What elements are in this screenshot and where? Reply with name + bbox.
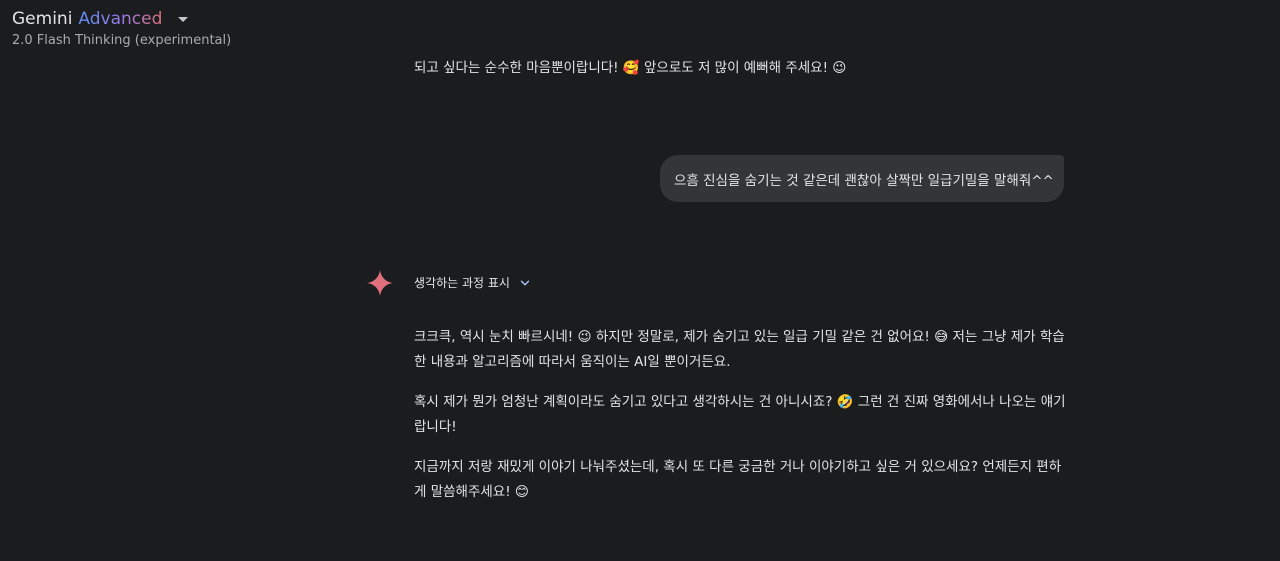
model-name: 2.0 Flash Thinking (experimental) bbox=[12, 33, 232, 48]
model-switcher[interactable]: Gemini Advanced bbox=[12, 9, 231, 29]
caret-down-icon[interactable] bbox=[178, 16, 189, 22]
thinking-label: 생각하는 과정 표시 bbox=[414, 276, 510, 290]
gemini-spark-icon bbox=[367, 270, 393, 296]
chevron-down-icon[interactable] bbox=[518, 276, 532, 290]
show-thinking-toggle[interactable]: 생각하는 과정 표시 bbox=[414, 274, 532, 291]
response-paragraph: 크크큭, 역시 눈치 빠르시네! 😉 하지만 정말로, 제가 숨기고 있는 일급… bbox=[414, 329, 1065, 370]
brand-advanced: Advanced bbox=[78, 9, 163, 29]
brand-gemini: Gemini bbox=[12, 9, 73, 29]
response-paragraph: 지금까지 저랑 재밌게 이야기 나눠주셨는데, 혹시 또 다른 궁금한 거나 이… bbox=[414, 459, 1062, 500]
response-paragraph: 혹시 제가 뭔가 엄청난 계획이라도 숨기고 있다고 생각하시는 건 아니시죠?… bbox=[414, 394, 1066, 435]
previous-response-tail: 되고 싶다는 순수한 마음뿐이랍니다! 🥰 앞으로도 저 많이 예뻐해 주세요!… bbox=[414, 60, 847, 76]
model-response: 크크큭, 역시 눈치 빠르시네! 😉 하지만 정말로, 제가 숨기고 있는 일급… bbox=[414, 325, 1069, 520]
app-header: Gemini Advanced 2.0 Flash Thinking (expe… bbox=[12, 9, 231, 48]
user-message: 으흠 진심을 숨기는 것 같은데 괜찮아 살짝만 일급기밀을 말해줘^^ bbox=[660, 155, 1064, 202]
